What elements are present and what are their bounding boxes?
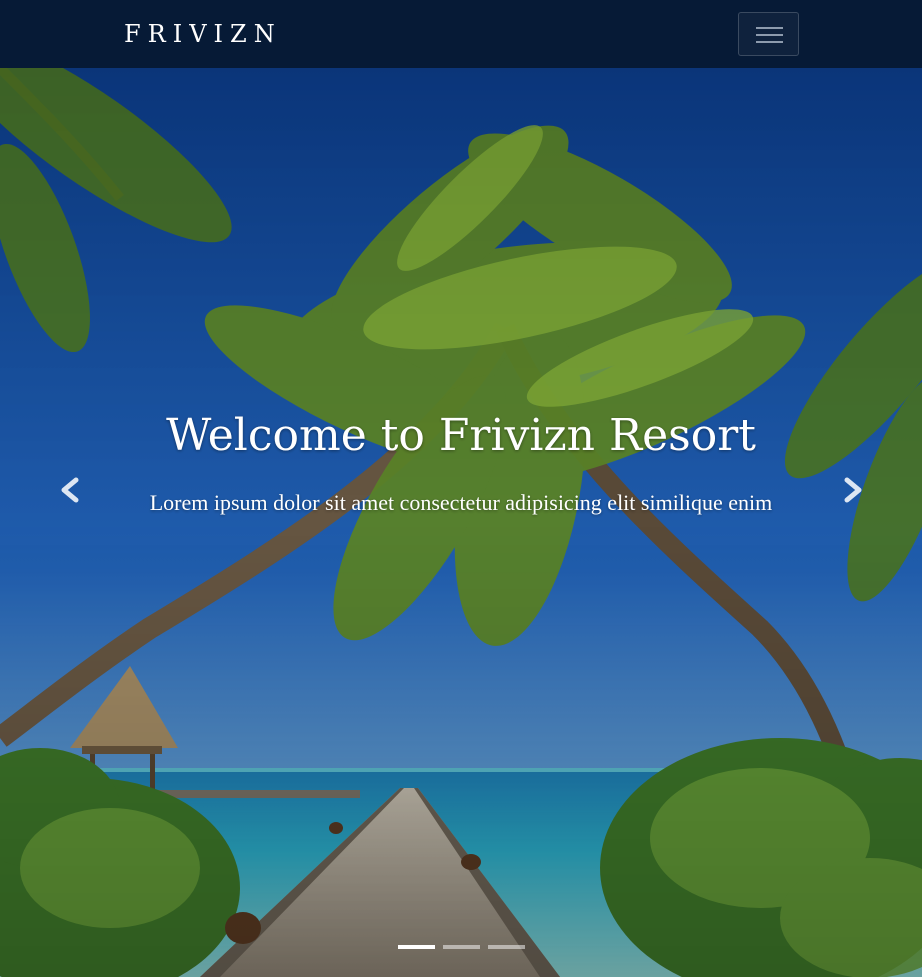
hero-carousel: Welcome to Frivizn Resort Lorem ipsum do… xyxy=(0,68,922,977)
hamburger-menu-icon xyxy=(756,41,783,43)
hamburger-menu-icon xyxy=(756,34,783,36)
carousel-prev-button[interactable] xyxy=(50,468,90,512)
carousel-next-button[interactable] xyxy=(833,468,873,512)
carousel-indicator-1[interactable] xyxy=(398,945,435,949)
menu-toggle-button[interactable] xyxy=(738,12,799,56)
carousel-indicator-3[interactable] xyxy=(488,945,525,949)
beach-palm-background-image xyxy=(0,68,922,977)
brand-logo[interactable]: FRIVIZN xyxy=(124,18,282,50)
carousel-indicator-2[interactable] xyxy=(443,945,480,949)
hero-subtitle: Lorem ipsum dolor sit amet consectetur a… xyxy=(149,490,773,515)
hamburger-menu-icon xyxy=(756,27,783,29)
hero-caption: Welcome to Frivizn Resort Lorem ipsum do… xyxy=(0,406,922,519)
hero-title: Welcome to Frivizn Resort xyxy=(166,410,756,461)
chevron-left-icon xyxy=(61,477,79,503)
carousel-indicators xyxy=(398,945,533,949)
top-navbar: FRIVIZN xyxy=(0,0,922,68)
chevron-right-icon xyxy=(844,477,862,503)
